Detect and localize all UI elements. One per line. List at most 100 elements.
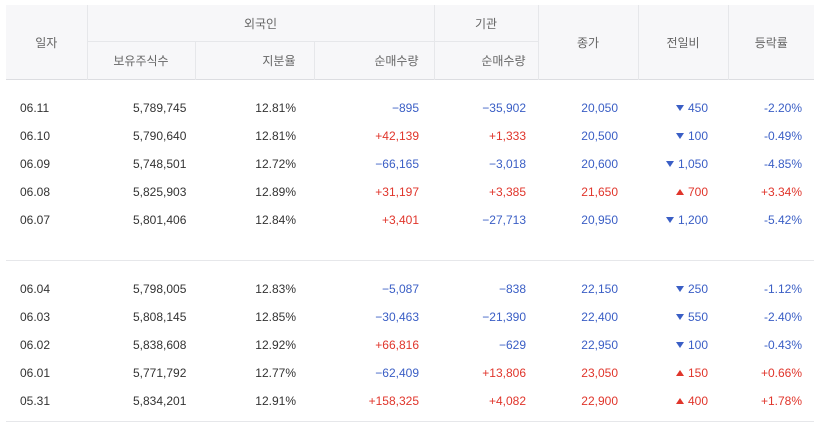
cell-value: 5,789,745 (133, 101, 187, 115)
triangle-down-icon (665, 161, 674, 167)
cell-value: 700 (687, 185, 708, 199)
table-row: 06.01 5,771,792 12.77% −62,409 +13,806 23,050… (6, 359, 814, 387)
cell-rate: -2.40% (728, 303, 814, 331)
header-date: 일자 (6, 5, 87, 80)
cell-value: 12.81% (255, 129, 296, 143)
table-row: 06.11 5,789,745 12.81% −895 −35,902 20,050 450… (6, 94, 814, 122)
cell-value: +1.78% (760, 394, 802, 408)
cell-value: 05.31 (20, 394, 51, 408)
cell-value: 20,950 (581, 213, 618, 227)
investor-trading-table: 일자 외국인 기관 종가 전일비 등락률 보유주식수 지분율 순매수량 순매수량… (6, 5, 814, 422)
cell-value: -4.85% (763, 157, 802, 171)
header-institution-net: 순매수량 (433, 41, 538, 80)
cell-close: 22,900 (538, 387, 638, 415)
cell-institution-net: +1,333 (434, 122, 538, 150)
cell-foreign-net: −62,409 (314, 359, 434, 387)
cell-value: +0.66% (760, 366, 802, 380)
table-body: 06.11 5,789,745 12.81% −895 −35,902 20,050 450… (6, 80, 814, 422)
table-row: 06.08 5,825,903 12.89% +31,197 +3,385 21,650 7… (6, 178, 814, 206)
cell-rate: -0.43% (728, 331, 814, 359)
cell-value: 12.92% (255, 338, 296, 352)
cell-rate: -1.12% (728, 275, 814, 303)
cell-institution-net: −21,390 (434, 303, 538, 331)
cell-value: +4,082 (488, 394, 526, 408)
cell-value: 06.01 (20, 366, 51, 380)
cell-value: 20,050 (581, 101, 618, 115)
cell-change: 450 (638, 94, 728, 122)
cell-holdings: 5,798,005 (87, 275, 195, 303)
cell-value: 06.09 (20, 157, 51, 171)
cell-value: 12.81% (255, 101, 296, 115)
cell-change: 1,050 (638, 150, 728, 178)
cell-rate: -0.49% (728, 122, 814, 150)
cell-value: 20,600 (581, 157, 618, 171)
cell-holdings: 5,838,608 (87, 331, 195, 359)
cell-value: −629 (498, 338, 526, 352)
cell-value: 5,834,201 (133, 394, 187, 408)
header-holdings: 보유주식수 (86, 41, 195, 80)
cell-holdings: 5,771,792 (87, 359, 195, 387)
cell-value: 12.85% (255, 310, 296, 324)
cell-value: 23,050 (581, 366, 618, 380)
cell-value: +31,197 (375, 185, 419, 199)
cell-ratio: 12.84% (195, 206, 314, 234)
cell-foreign-net: −30,463 (314, 303, 434, 331)
cell-value: −35,902 (482, 101, 526, 115)
cell-institution-net: −27,713 (434, 206, 538, 234)
cell-rate: -2.20% (728, 94, 814, 122)
cell-foreign-net: +158,325 (314, 387, 434, 415)
cell-rate: -5.42% (728, 206, 814, 234)
cell-ratio: 12.85% (195, 303, 314, 331)
cell-value: 06.08 (20, 185, 51, 199)
header-close: 종가 (537, 5, 638, 80)
cell-change: 400 (638, 387, 728, 415)
table-row: 06.02 5,838,608 12.92% +66,816 −629 22,950 100… (6, 331, 814, 359)
triangle-down-icon (675, 286, 684, 292)
cell-holdings: 5,801,406 (87, 206, 195, 234)
cell-value: 06.02 (20, 338, 51, 352)
cell-institution-net: −3,018 (434, 150, 538, 178)
cell-value: 550 (687, 310, 708, 324)
cell-change: 150 (638, 359, 728, 387)
cell-value: 150 (687, 366, 708, 380)
cell-value: +158,325 (368, 394, 419, 408)
cell-date: 06.11 (6, 94, 87, 122)
cell-ratio: 12.77% (195, 359, 314, 387)
cell-holdings: 5,834,201 (87, 387, 195, 415)
triangle-up-icon (675, 370, 684, 376)
cell-value: 12.72% (255, 157, 296, 171)
cell-close: 20,500 (538, 122, 638, 150)
cell-value: −62,409 (375, 366, 419, 380)
spacer-row (6, 261, 814, 276)
triangle-up-icon (675, 398, 684, 404)
cell-value: −895 (391, 101, 419, 115)
cell-date: 06.04 (6, 275, 87, 303)
cell-institution-net: −35,902 (434, 94, 538, 122)
cell-change: 100 (638, 122, 728, 150)
cell-value: 06.10 (20, 129, 51, 143)
cell-date: 06.03 (6, 303, 87, 331)
table-row: 06.07 5,801,406 12.84% +3,401 −27,713 20,950 1… (6, 206, 814, 234)
cell-ratio: 12.83% (195, 275, 314, 303)
cell-ratio: 12.89% (195, 178, 314, 206)
cell-foreign-net: −66,165 (314, 150, 434, 178)
cell-holdings: 5,789,745 (87, 94, 195, 122)
cell-close: 22,950 (538, 331, 638, 359)
cell-ratio: 12.81% (195, 94, 314, 122)
cell-foreign-net: +42,139 (314, 122, 434, 150)
cell-date: 06.07 (6, 206, 87, 234)
header-rate: 등락률 (727, 5, 814, 80)
cell-value: 21,650 (581, 185, 618, 199)
cell-value: -2.20% (763, 101, 802, 115)
cell-value: 400 (687, 394, 708, 408)
cell-value: -2.40% (763, 310, 802, 324)
cell-value: −27,713 (482, 213, 526, 227)
cell-holdings: 5,790,640 (87, 122, 195, 150)
cell-institution-net: +13,806 (434, 359, 538, 387)
cell-value: 06.11 (20, 101, 50, 115)
cell-value: 12.83% (255, 282, 296, 296)
cell-close: 20,600 (538, 150, 638, 178)
cell-close: 20,950 (538, 206, 638, 234)
cell-foreign-net: +31,197 (314, 178, 434, 206)
cell-value: 06.04 (20, 282, 51, 296)
